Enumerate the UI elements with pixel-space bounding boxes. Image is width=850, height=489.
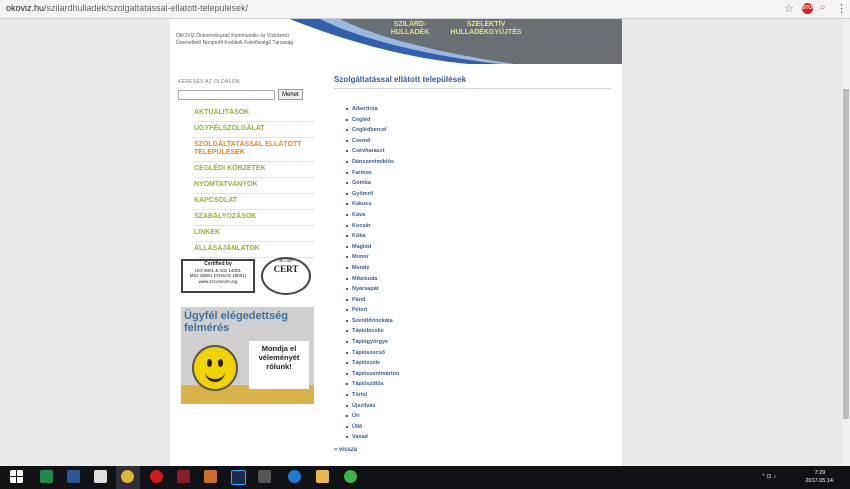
survey-banner[interactable]: Ügyfél elégedettség felmérés Mondja el v… [181, 307, 314, 404]
bookmark-star-icon[interactable]: ☆ [784, 2, 794, 15]
media-icon[interactable] [177, 470, 190, 483]
system-tray[interactable]: ^ ⊡ ♪ [762, 473, 776, 480]
opera-icon[interactable] [150, 470, 163, 483]
search-row: Mehet [178, 89, 315, 100]
town-list-item[interactable]: Maglód [346, 243, 611, 254]
clock-time: 7:29 [814, 470, 826, 476]
clock-date: 2017.05.14. [805, 478, 835, 484]
sidebar-item-allasajanlatok[interactable]: ÁLLÁSAJÁNLATOK [194, 242, 315, 258]
town-list-item[interactable]: Tápióbicske [346, 327, 611, 338]
edge-icon[interactable] [288, 470, 301, 483]
town-list-item[interactable]: Tápiószele [346, 359, 611, 370]
town-list-item[interactable]: Csévharaszt [346, 147, 611, 158]
search-label: KERESÉS AZ OLDALON [178, 79, 240, 85]
url-host: okoviz.hu [6, 3, 45, 13]
excel-icon[interactable] [40, 470, 53, 483]
cert-line2: MSz 28001 (OHSAS 18001) [189, 273, 247, 278]
browser-address-bar[interactable]: okoviz.hu/szilardhulladek/szolgaltatassa… [0, 0, 850, 19]
town-list-item[interactable]: Üllő [346, 423, 611, 434]
sidebar-item-kapcsolat[interactable]: KAPCSOLAT [194, 194, 315, 210]
sidebar-item-linkek[interactable]: LINKEK [194, 226, 315, 242]
sidebar-item-szabalyozasok[interactable]: SZABÁLYOZÁSOK [194, 210, 315, 226]
town-list-item[interactable]: Szentlőrinckáta [346, 317, 611, 328]
page-container: ÖKOVÍZ Önkormányzati Kommunális és Vízkö… [170, 19, 622, 466]
sidebar-nav: AKTUALITÁSOK ÜGYFÉLSZOLGÁLAT SZOLGÁLTATÁ… [178, 106, 315, 258]
town-list-item[interactable]: Dánszentmiklós [346, 158, 611, 169]
back-link[interactable]: « vissza [334, 447, 611, 453]
town-list-item[interactable]: Kóka [346, 232, 611, 243]
browser-menu-icon[interactable]: ⋮ [836, 2, 847, 15]
town-list-item[interactable]: Törtel [346, 391, 611, 402]
app-icon[interactable] [94, 470, 107, 483]
sidebar-item-aktualitasok[interactable]: AKTUALITÁSOK [194, 106, 315, 122]
town-list-item[interactable]: Nyársapát [346, 285, 611, 296]
sidebar-item-nyomtatvanyok[interactable]: NYOMTATVÁNYOK [194, 178, 315, 194]
town-list-item[interactable]: Kocsér [346, 222, 611, 233]
town-list-item[interactable]: Tápiógyörgye [346, 338, 611, 349]
town-list-item[interactable]: Gomba [346, 179, 611, 190]
vertical-scrollbar[interactable] [842, 19, 850, 466]
chrome-icon[interactable] [121, 470, 134, 483]
town-list-item[interactable]: Csemő [346, 137, 611, 148]
town-list-item[interactable]: Monor [346, 253, 611, 264]
iso-cert-box: Certified by ISO 9001 & ISO 14001 MSz 28… [181, 259, 255, 293]
town-list-item[interactable]: Mende [346, 264, 611, 275]
scrollbar-thumb[interactable] [843, 89, 849, 419]
survey-title: Ügyfél elégedettség felmérés [184, 310, 288, 334]
company-name: ÖKOVÍZ Önkormányzati Kommunális és Vízkö… [176, 33, 294, 46]
town-list-item[interactable]: Káva [346, 211, 611, 222]
main-content: Szolgáltatással ellátott települések Alb… [334, 75, 611, 453]
clock[interactable]: 7:29 2017.05.14. [795, 469, 845, 485]
survey-callout: Mondja el véleményét rólunk! [249, 341, 309, 389]
town-list-item[interactable]: Úri [346, 412, 611, 423]
url-path: /szilardhulladek/szolgaltatassal-ellatot… [44, 3, 249, 13]
search-extension-icon[interactable]: ⌕ [820, 2, 826, 13]
town-list-item[interactable]: Tápiószőlős [346, 380, 611, 391]
sidebar-item-ugyfelszolgalat[interactable]: ÜGYFÉLSZOLGÁLAT [194, 122, 315, 138]
town-list-item[interactable]: Farmos [346, 169, 611, 180]
windows-start-icon[interactable] [10, 470, 23, 483]
adblock-extension-icon[interactable]: STOP [802, 3, 816, 14]
sidebar-item-telepulesek[interactable]: SZOLGÁLTATÁSSAL ELLÁTOTT TELEPÜLÉSEK [194, 138, 315, 162]
town-list-item[interactable]: Albertirsa [346, 105, 611, 116]
town-list-item[interactable]: Tápiószentmárton [346, 370, 611, 381]
town-list-item[interactable]: Újszilvás [346, 402, 611, 413]
word-icon[interactable] [67, 470, 80, 483]
folder-icon[interactable] [316, 470, 329, 483]
search-button[interactable]: Mehet [278, 89, 303, 100]
cert-seal-icon: & com CERT [261, 257, 311, 295]
app-icon-3[interactable] [344, 470, 357, 483]
town-list: Albertirsa Cegléd Ceglédbercel Csemő Csévhar… [334, 105, 611, 444]
paint-icon[interactable] [204, 470, 217, 483]
sidebar: KERESÉS AZ OLDALON Mehet AKTUALITÁSOK ÜG… [178, 79, 315, 404]
town-list-item[interactable]: Pánd [346, 296, 611, 307]
town-list-item[interactable]: Ceglédbercel [346, 126, 611, 137]
town-list-item[interactable]: Tápiószecső [346, 349, 611, 360]
nav-solid-waste[interactable]: SZILÁRD- HULLADÉK [390, 21, 430, 37]
cert-seal-main: CERT [273, 264, 299, 274]
certification-badge[interactable]: Certified by ISO 9001 & ISO 14001 MSz 28… [181, 257, 314, 297]
page-viewport: ÖKOVÍZ Önkormányzati Kommunális és Vízkö… [0, 19, 850, 466]
town-list-item[interactable]: Péteri [346, 306, 611, 317]
site-header: ÖKOVÍZ Önkormányzati Kommunális és Vízkö… [170, 19, 622, 64]
url-text[interactable]: okoviz.hu/szilardhulladek/szolgaltatassa… [6, 3, 248, 13]
town-list-item[interactable]: Vasad [346, 433, 611, 444]
sidebar-item-ceglédi-korzetek[interactable]: CEGLÉDI KÖRZETEK [194, 162, 315, 178]
app-icon-2[interactable] [258, 470, 271, 483]
nav-selective-collection[interactable]: SZELEKTÍV HULLADÉKGYŰJTÉS [446, 21, 526, 37]
town-list-item[interactable]: Cegléd [346, 116, 611, 127]
page-title: Szolgáltatással ellátott települések [334, 75, 611, 89]
photoshop-icon[interactable] [231, 470, 246, 485]
town-list-item[interactable]: Gyömrő [346, 190, 611, 201]
search-input[interactable] [178, 89, 275, 100]
cert-url: www.szcomcert.org [198, 278, 238, 284]
town-list-item[interactable]: Kakucs [346, 200, 611, 211]
windows-taskbar: ^ ⊡ ♪ 7:29 2017.05.14. [0, 466, 850, 489]
town-list-item[interactable]: Mikebuda [346, 275, 611, 286]
smiley-face-icon [192, 345, 238, 391]
